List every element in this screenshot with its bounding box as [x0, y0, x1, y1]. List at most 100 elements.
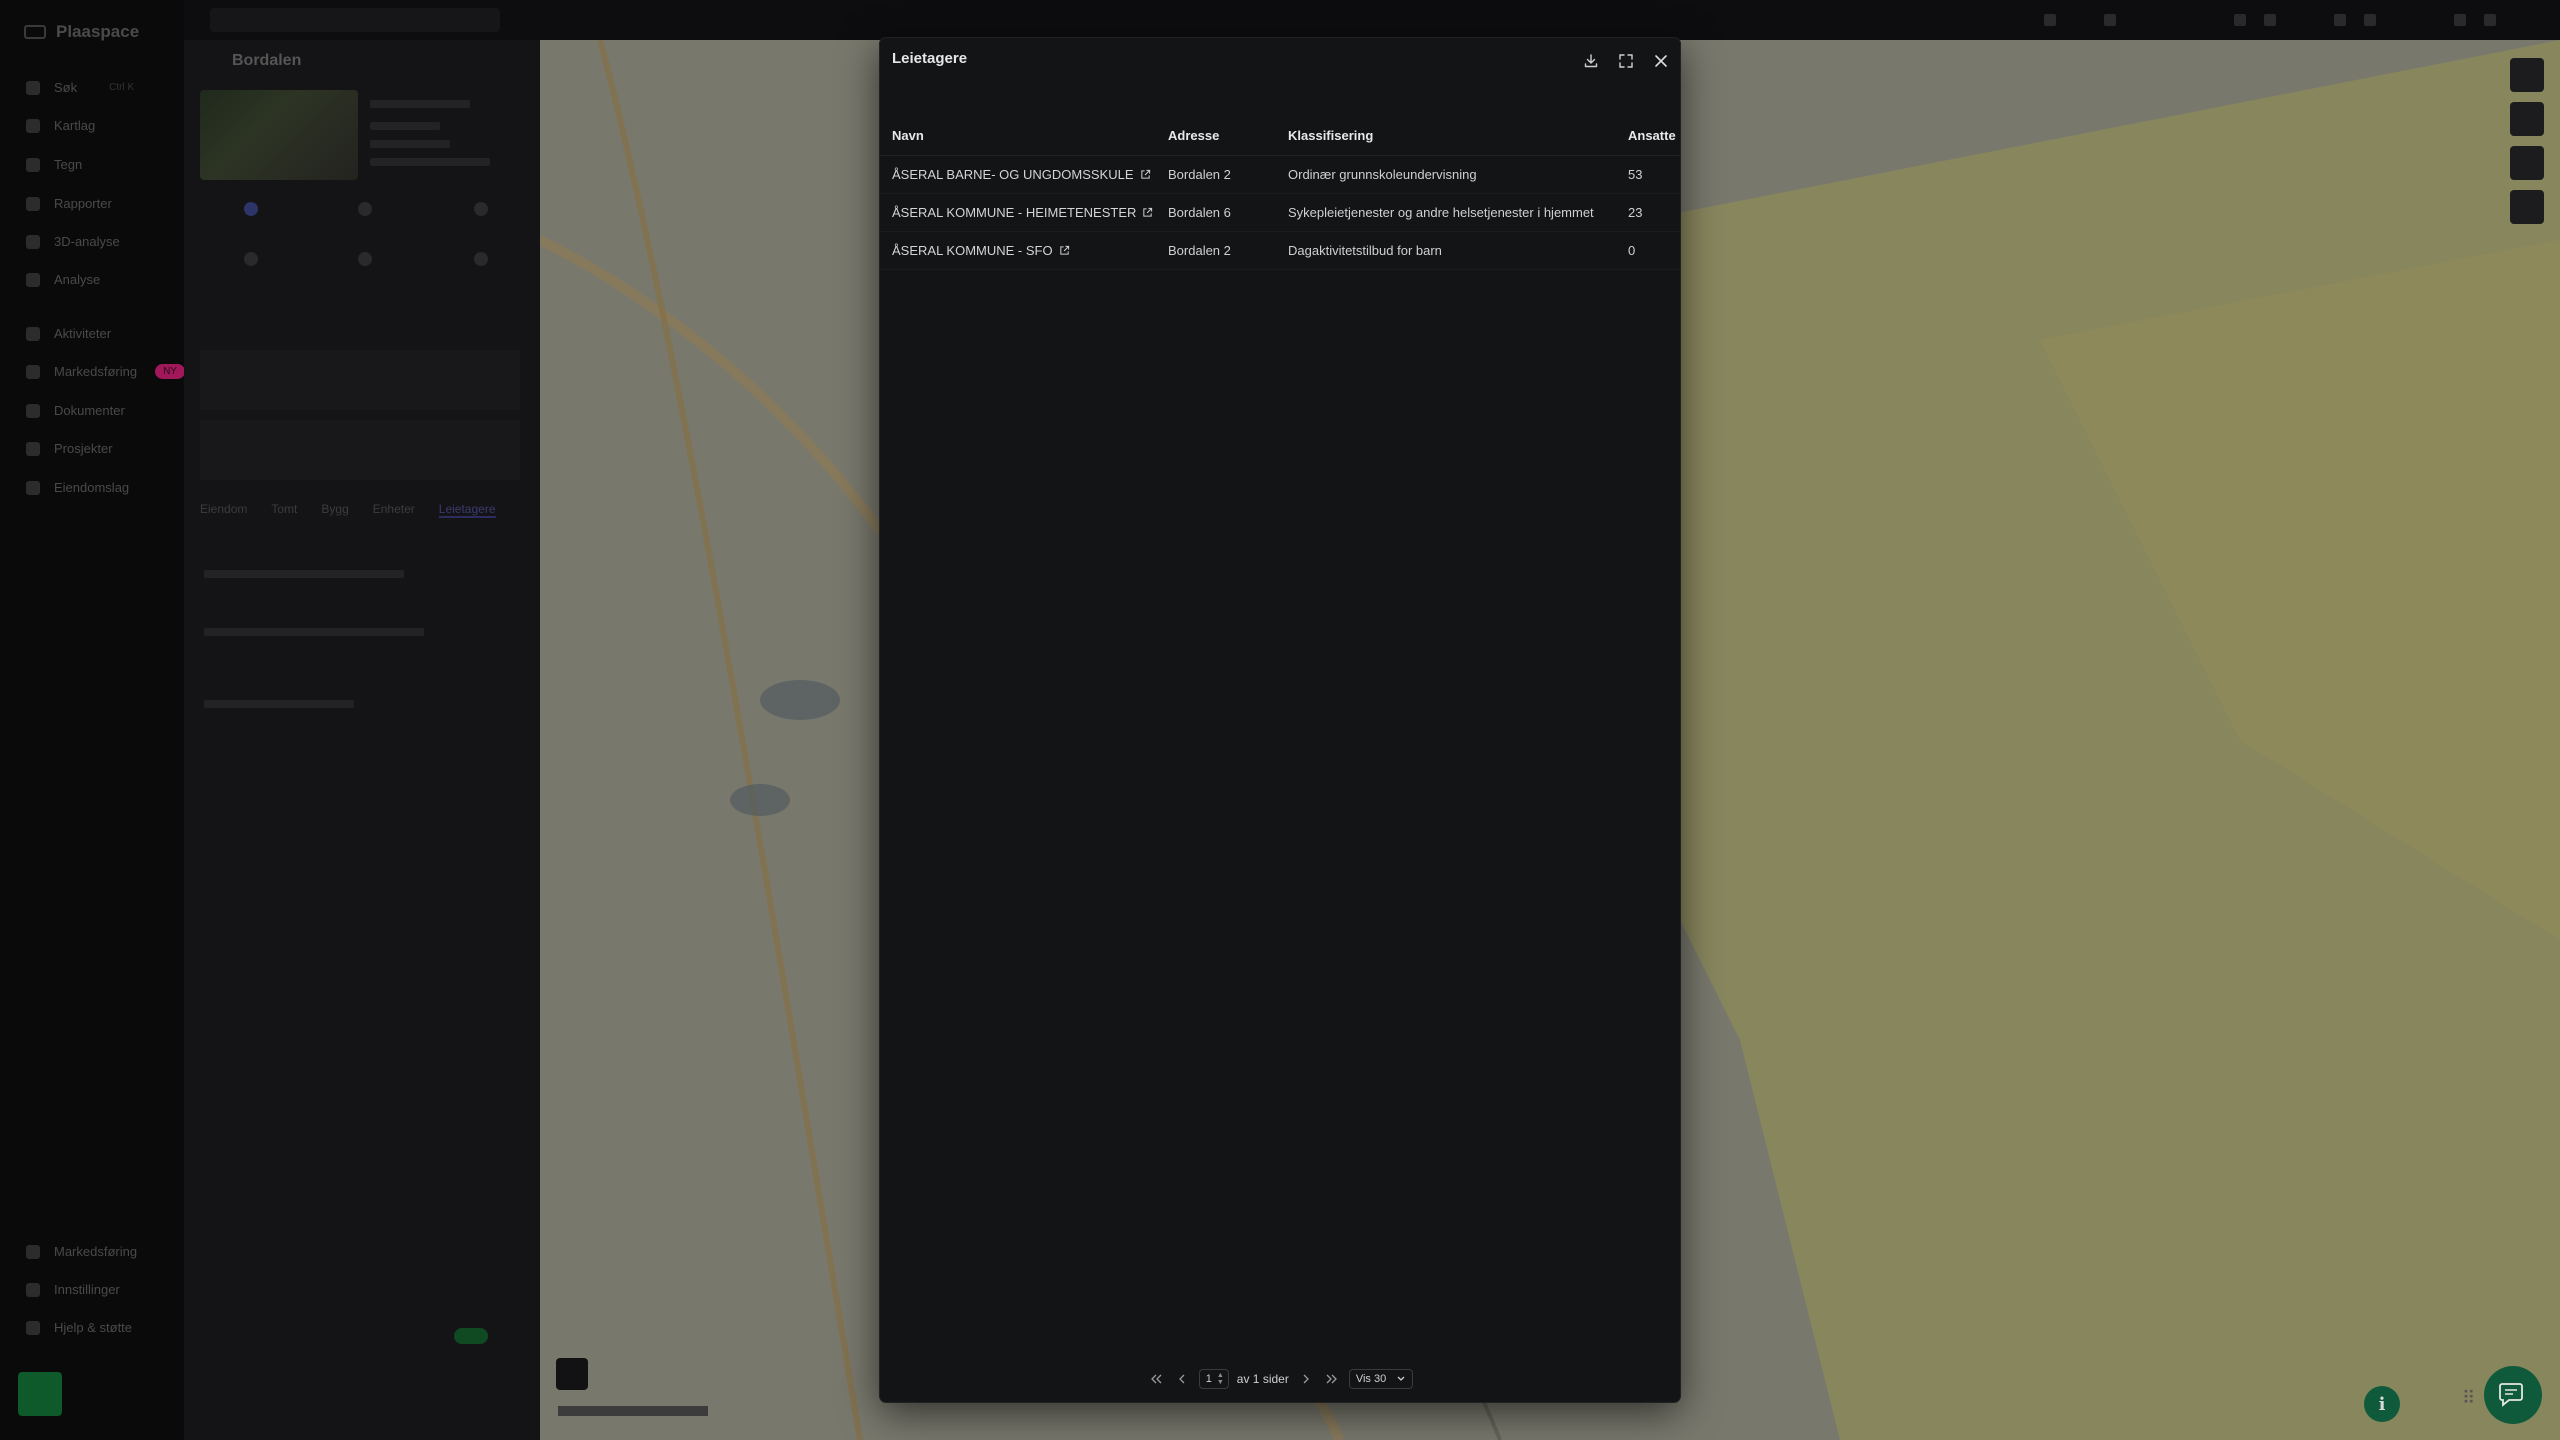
toolbar-icon[interactable]: [2234, 14, 2246, 26]
sidebar-item-property-layers[interactable]: Eiendomslag: [26, 480, 129, 495]
last-page-button[interactable]: [1323, 1370, 1341, 1388]
stat-icon[interactable]: [474, 252, 488, 266]
panel-tenant-row[interactable]: [204, 628, 424, 636]
chat-button[interactable]: [2484, 1366, 2542, 1424]
pencil-icon: [26, 157, 40, 172]
map-control[interactable]: [2510, 58, 2544, 92]
download-icon: [1584, 54, 1598, 68]
toolbar-icon[interactable]: [2264, 14, 2276, 26]
map-control[interactable]: [2510, 190, 2544, 224]
grid-handle-icon[interactable]: ⠿: [2462, 1388, 2486, 1412]
tenant-name-link[interactable]: ÅSERAL BARNE- OG UNGDOMSSKULE: [892, 167, 1151, 182]
sidebar: Plaaspace Søk Ctrl K Kartlag Tegn Rapport…: [0, 0, 185, 1440]
sidebar-item-marketing[interactable]: Markedsføring NY: [26, 364, 185, 379]
toolbar-icon[interactable]: [2104, 14, 2116, 26]
download-button[interactable]: [1578, 48, 1604, 74]
sidebar-item-draw[interactable]: Tegn: [26, 157, 82, 172]
column-header-employees[interactable]: Ansatte: [1628, 128, 1676, 143]
sidebar-item-search[interactable]: Søk Ctrl K: [26, 80, 134, 95]
logo-icon: [24, 25, 46, 39]
new-badge: NY: [155, 364, 185, 379]
sidebar-item-analysis[interactable]: Analyse: [26, 272, 100, 287]
sidebar-item-activities[interactable]: Aktiviteter: [26, 326, 111, 341]
tenants-modal: Leietagere Navn Adresse Klassifisering A…: [880, 38, 1680, 1402]
tab-units[interactable]: Enheter: [373, 502, 415, 518]
tenant-name-link[interactable]: ÅSERAL KOMMUNE - SFO: [892, 243, 1070, 258]
panel-tenant-row[interactable]: [204, 700, 354, 708]
toolbar-icon[interactable]: [2334, 14, 2346, 26]
external-link-icon: [1140, 169, 1150, 179]
next-page-button[interactable]: [1297, 1370, 1315, 1388]
fullscreen-icon: [1619, 54, 1633, 68]
column-header-address[interactable]: Adresse: [1168, 128, 1219, 143]
activity-icon: [26, 326, 40, 341]
gear-icon: [26, 1282, 40, 1297]
placeholder-block: [200, 350, 520, 410]
stat-icon[interactable]: [358, 252, 372, 266]
stat-icon[interactable]: [474, 202, 488, 216]
chevron-left-icon: [1178, 1374, 1185, 1384]
column-header-classification[interactable]: Klassifisering: [1288, 128, 1373, 143]
close-button[interactable]: [1648, 48, 1674, 74]
sidebar-bottom-settings[interactable]: Innstillinger: [26, 1282, 120, 1297]
info-button[interactable]: i: [2364, 1386, 2400, 1422]
layers-icon: [26, 118, 40, 133]
tab-property[interactable]: Eiendom: [200, 502, 247, 518]
global-search-input[interactable]: [210, 8, 500, 32]
sidebar-item-projects[interactable]: Prosjekter: [26, 441, 113, 456]
map-corner-button[interactable]: [556, 1358, 588, 1390]
close-icon: [1655, 55, 1667, 67]
sidebar-item-layers[interactable]: Kartlag: [26, 118, 95, 133]
toolbar-icon[interactable]: [2364, 14, 2376, 26]
sidebar-item-3d[interactable]: 3D-analyse: [26, 234, 120, 249]
column-header-name[interactable]: Navn: [892, 128, 924, 143]
megaphone-icon: [26, 364, 40, 379]
brand[interactable]: Plaaspace: [24, 22, 139, 42]
map-control[interactable]: [2510, 102, 2544, 136]
toolbar-icon[interactable]: [2044, 14, 2056, 26]
property-photo[interactable]: [200, 90, 358, 180]
first-page-button[interactable]: [1147, 1370, 1165, 1388]
fullscreen-button[interactable]: [1613, 48, 1639, 74]
sidebar-item-documents[interactable]: Dokumenter: [26, 403, 125, 418]
table-row[interactable]: ÅSERAL KOMMUNE - HEIMETENESTER Bordalen …: [880, 194, 1680, 232]
stack-icon: [26, 480, 40, 495]
sidebar-bottom-marketing[interactable]: Markedsføring: [26, 1244, 137, 1259]
sidebar-bottom-help[interactable]: Hjelp & støtte: [26, 1320, 132, 1335]
help-icon: [26, 1320, 40, 1335]
info-icon: i: [2378, 1393, 2386, 1415]
page-number-input[interactable]: 1 ▲ ▼: [1198, 1369, 1229, 1389]
tenant-employees: 0: [1628, 243, 1636, 258]
cube-icon: [26, 234, 40, 249]
tab-tenants[interactable]: Leietagere: [438, 502, 496, 518]
placeholder-line: [370, 158, 490, 166]
panel-tenant-row[interactable]: [204, 570, 404, 578]
modal-title: Leietagere: [892, 50, 968, 67]
tenant-address: Bordalen 2: [1168, 167, 1231, 182]
table-row[interactable]: ÅSERAL KOMMUNE - SFO Bordalen 2 Dagaktiv…: [880, 232, 1680, 270]
stat-icon[interactable]: [358, 202, 372, 216]
tenant-address: Bordalen 6: [1168, 205, 1231, 220]
search-icon: [26, 80, 40, 95]
toolbar-icon[interactable]: [2484, 14, 2496, 26]
avatar[interactable]: [18, 1372, 62, 1416]
tenant-classification: Dagaktivitetstilbud for barn: [1288, 243, 1442, 258]
stepper-icon[interactable]: ▲ ▼: [1217, 1372, 1224, 1386]
table-row[interactable]: ÅSERAL BARNE- OG UNGDOMSSKULE Bordalen 2…: [880, 156, 1680, 194]
stat-icon[interactable]: [244, 202, 258, 216]
toolbar-icon[interactable]: [2454, 14, 2466, 26]
chevron-right-icon: [1303, 1374, 1309, 1384]
tenant-employees: 53: [1628, 167, 1643, 182]
tab-plot[interactable]: Tomt: [271, 502, 297, 518]
tenant-name-link[interactable]: ÅSERAL KOMMUNE - HEIMETENESTER: [892, 205, 1153, 220]
map-control[interactable]: [2510, 146, 2544, 180]
sidebar-item-reports[interactable]: Rapporter: [26, 196, 112, 211]
tab-buildings[interactable]: Bygg: [321, 502, 348, 518]
tenant-address: Bordalen 2: [1168, 243, 1231, 258]
placeholder-block: [200, 420, 520, 480]
external-link-icon: [1059, 245, 1069, 255]
prev-page-button[interactable]: [1173, 1370, 1191, 1388]
page-size-select[interactable]: Vis 30: [1348, 1369, 1414, 1389]
stat-icon[interactable]: [244, 252, 258, 266]
toggle-switch[interactable]: [454, 1328, 488, 1344]
